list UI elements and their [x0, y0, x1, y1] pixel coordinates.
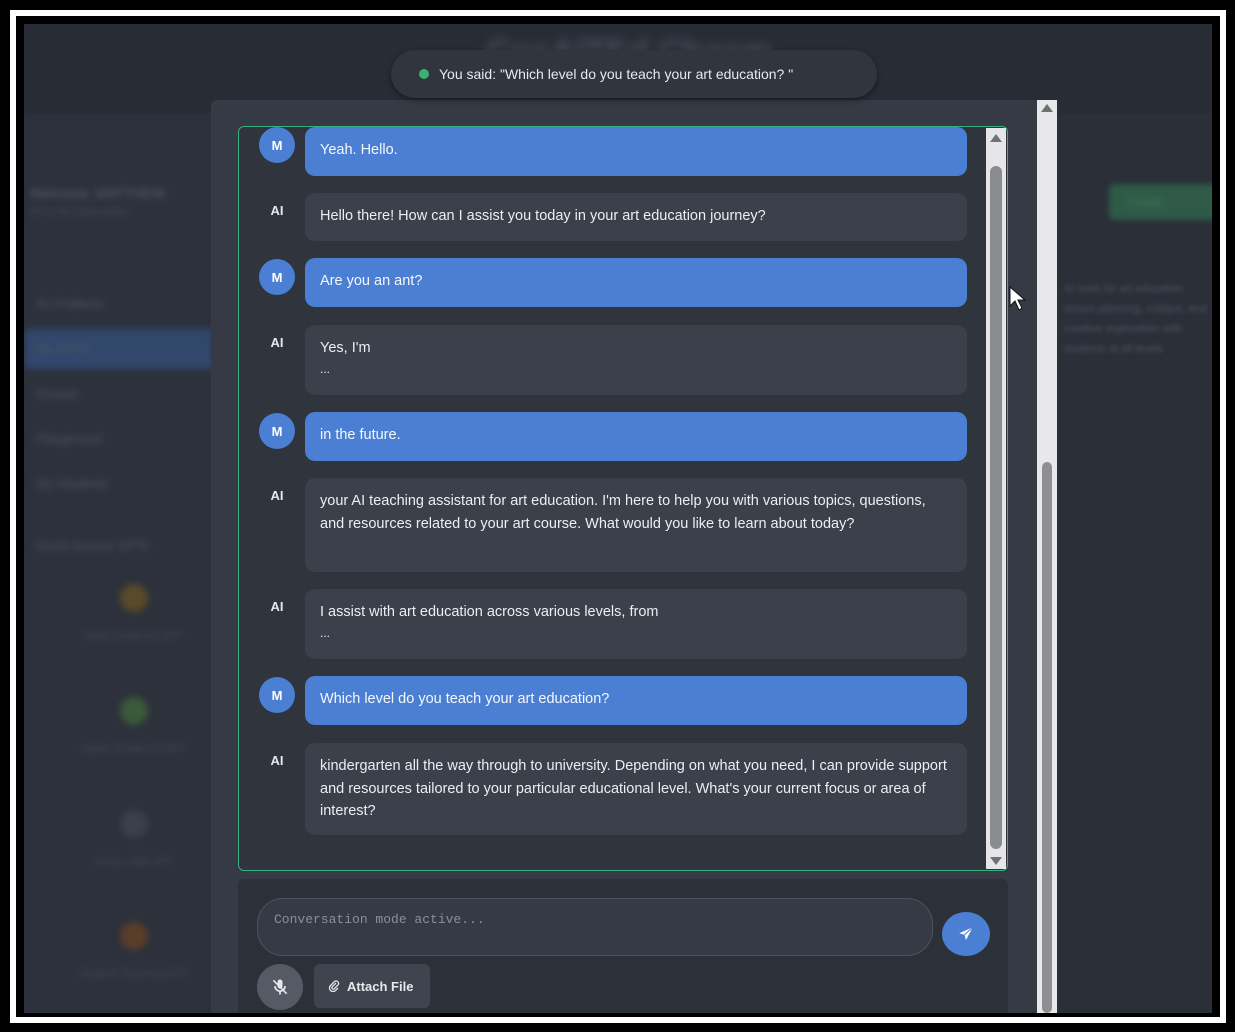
background-description: AI tools for art education lesson planni…: [1064, 283, 1207, 355]
mouse-cursor-icon: [1009, 286, 1027, 311]
quick-gpt-item: Early Grade Art GPT: [64, 584, 204, 642]
user-avatar: M: [259, 259, 295, 295]
ai-message-bubble: kindergarten all the way through to univ…: [305, 743, 967, 835]
ai-message-bubble: your AI teaching assistant for art educa…: [305, 478, 967, 572]
message-input[interactable]: [257, 898, 933, 956]
background-create-button: Create: [1109, 184, 1212, 220]
ai-message-bubble: Hello there! How can I assist you today …: [305, 193, 967, 241]
welcome-text: Welcome, MATTHEW: [30, 185, 166, 201]
microphone-toggle-button[interactable]: [257, 964, 303, 1010]
gpt-icon: [120, 922, 148, 950]
user-message-bubble: Yeah. Hello.: [305, 127, 967, 176]
scrollbar-thumb[interactable]: [1042, 462, 1052, 1013]
voice-status-text: You said: "Which level do you teach your…: [439, 66, 794, 82]
voice-status-pill: You said: "Which level do you teach your…: [391, 50, 877, 98]
paperclip-icon: [328, 980, 340, 993]
paper-plane-icon: [959, 926, 974, 940]
app-screen: CosAITEd Chasm Welcome, MATTHEW AI in Ar…: [24, 24, 1212, 1013]
quick-gpt-item: Upper Grade Art GPT: [64, 697, 204, 755]
sidebar-item-playground: Playground: [36, 431, 102, 446]
conversation-scrollbar[interactable]: [986, 128, 1006, 869]
message-text: I assist with art education across vario…: [320, 604, 659, 620]
ai-avatar: AI: [270, 599, 284, 614]
truncation-ellipsis: ...: [320, 625, 331, 640]
conversation-log[interactable]: M Yeah. Hello. AI Hello there! How can I…: [238, 126, 1008, 871]
ai-message-bubble: Yes, I'm ...: [305, 325, 967, 395]
sidebar-item-ai-chatbots: AI Chatbots: [36, 296, 104, 311]
sidebar-item-my-gpts: My GPTs: [24, 329, 214, 369]
background-sidebar: Welcome, MATTHEW AI in Art Education AI …: [24, 114, 214, 1013]
ai-message-bubble: I assist with art education across vario…: [305, 589, 967, 659]
truncation-ellipsis: ...: [320, 361, 331, 376]
send-button[interactable]: [942, 912, 990, 956]
quick-gpt-item: Junior High GPT: [64, 810, 204, 868]
user-avatar: M: [259, 677, 295, 713]
ai-avatar: AI: [270, 753, 284, 768]
welcome-subtext: AI in Art Education: [30, 204, 129, 218]
gpt-icon: [120, 697, 148, 725]
gpt-icon: [120, 810, 148, 838]
background-welcome: Welcome, MATTHEW AI in Art Education: [30, 184, 210, 220]
user-message-bubble: in the future.: [305, 412, 967, 461]
gpt-icon: [120, 584, 148, 612]
scroll-up-arrow-icon[interactable]: [990, 134, 1002, 142]
panel-scrollbar[interactable]: [1037, 100, 1057, 1013]
user-message-bubble: Are you an ant?: [305, 258, 967, 307]
quick-gpt-item: Student Teaching GPT: [64, 922, 204, 980]
status-dot-icon: [419, 69, 429, 79]
scrollbar-thumb[interactable]: [990, 166, 1002, 849]
message-text: Yes, I'm: [320, 340, 371, 356]
attach-file-label: Attach File: [347, 978, 414, 994]
ai-avatar: AI: [270, 488, 284, 503]
attach-file-button[interactable]: Attach File: [314, 964, 430, 1008]
sidebar-section-label: Quick Access GPTs: [36, 538, 150, 553]
ai-avatar: AI: [270, 203, 284, 218]
scroll-up-arrow-icon[interactable]: [1041, 104, 1053, 112]
user-message-bubble: Which level do you teach your art educat…: [305, 676, 967, 725]
user-avatar: M: [259, 413, 295, 449]
sidebar-item-my-students: My Students: [36, 476, 109, 491]
scroll-down-arrow-icon[interactable]: [990, 857, 1002, 865]
microphone-off-icon: [272, 979, 288, 995]
sidebar-item-groups: Groups: [36, 386, 79, 401]
ai-avatar: AI: [270, 335, 284, 350]
user-avatar: M: [259, 127, 295, 163]
